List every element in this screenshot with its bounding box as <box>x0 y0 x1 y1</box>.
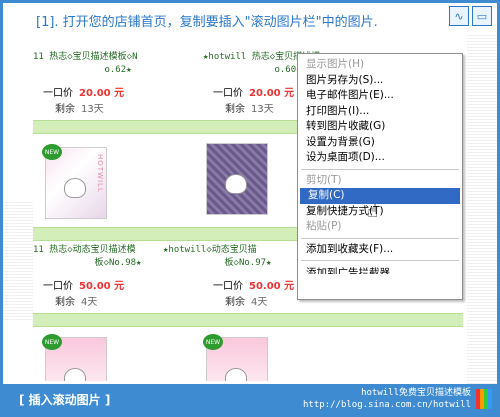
menu-item-add-to-ad-blocker[interactable]: 添加到广告拦截器 <box>298 264 462 274</box>
listing-thumbnail[interactable]: NEW <box>42 334 107 381</box>
decorative-stripes-left <box>3 200 33 320</box>
menu-item-set-as-desktop-item[interactable]: 设为桌面项(D)... <box>298 150 462 166</box>
menu-item-show-picture: 显示图片(H) <box>306 58 365 70</box>
badge-icon: NEW <box>42 144 62 160</box>
context-menu: 显示图片(H) 图片另存为(S)... 电子邮件图片(E)... 打印图片(I)… <box>297 53 463 300</box>
remain-label: 剩余 <box>55 104 75 115</box>
menu-item-save-picture-as[interactable]: 图片另存为(S)... <box>298 73 462 89</box>
wave-icon[interactable]: ∿ <box>449 6 469 26</box>
price-value: 50.00 元 <box>79 281 125 292</box>
menu-item-cut: 剪切(T) <box>306 173 342 186</box>
hand-cursor-icon: ☝ <box>367 201 378 222</box>
remain-value: 13天 <box>81 104 104 115</box>
logo-icon <box>476 389 492 409</box>
price-value: 50.00 元 <box>249 281 295 292</box>
price-label: 一口价 <box>213 88 243 99</box>
price-label: 一口价 <box>43 88 73 99</box>
menu-item-go-to-my-pictures[interactable]: 转到图片收藏(G) <box>298 119 462 135</box>
decorative-stripes <box>467 34 497 384</box>
remain-label: 剩余 <box>55 297 75 308</box>
remain-value: 13天 <box>251 104 274 115</box>
listing-thumbnail[interactable]: NEW <box>203 334 268 381</box>
listing-title[interactable]: 11 热志◇宝贝描述模板◇N o.62★ <box>33 51 203 77</box>
footer-step-label: [ 插入滚动图片 ] <box>19 393 111 407</box>
listing-thumbnail[interactable] <box>206 143 268 215</box>
window-icon[interactable]: ▭ <box>472 6 492 26</box>
hello-kitty-icon <box>225 174 247 194</box>
price-value: 20.00 元 <box>249 88 295 99</box>
menu-item-print-picture[interactable]: 打印图片(I)... <box>298 104 462 120</box>
footer-credit: hotwill免费宝贝描述模板 http://blog.sina.com.cn/… <box>303 387 471 411</box>
price-label: 一口价 <box>213 281 243 292</box>
header: [1]. 打开您的店铺首页，复制要插入"滚动图片栏"中的图片. <box>8 6 492 34</box>
remain-value: 4天 <box>81 297 98 308</box>
step-title: [1]. 打开您的店铺首页，复制要插入"滚动图片栏"中的图片. <box>36 14 378 30</box>
menu-item-email-picture[interactable]: 电子邮件图片(E)... <box>298 88 462 104</box>
menu-separator <box>301 237 459 239</box>
menu-item-set-as-background[interactable]: 设置为背景(G) <box>298 135 462 151</box>
listing-thumbnail[interactable]: NEW HOTWILL <box>42 144 107 219</box>
hello-kitty-icon <box>64 178 86 198</box>
remain-label: 剩余 <box>225 104 245 115</box>
remain-label: 剩余 <box>225 297 245 308</box>
brand-watermark: HOTWILL <box>96 154 104 193</box>
remain-value: 4天 <box>251 297 268 308</box>
row-divider <box>33 313 463 327</box>
badge-icon: NEW <box>203 334 223 350</box>
listing-item: 11 热志◇宝贝描述模板◇N o.62★ 一口价 20.00 元 剩余 13天 <box>33 51 203 115</box>
price-label: 一口价 <box>43 281 73 292</box>
hello-kitty-icon <box>225 368 247 381</box>
menu-item-add-to-favorites[interactable]: 添加到收藏夹(F)... <box>298 242 462 258</box>
footer-brand: hotwill免费宝贝描述模板 <box>361 388 471 398</box>
menu-separator <box>301 168 459 170</box>
footer-url[interactable]: http://blog.sina.com.cn/hotwill <box>303 399 471 411</box>
footer-bar: [ 插入滚动图片 ] hotwill免费宝贝描述模板 http://blog.s… <box>3 384 497 414</box>
badge-icon: NEW <box>42 334 62 350</box>
price-value: 20.00 元 <box>79 88 125 99</box>
menu-separator <box>301 260 459 261</box>
hello-kitty-icon <box>64 368 86 381</box>
